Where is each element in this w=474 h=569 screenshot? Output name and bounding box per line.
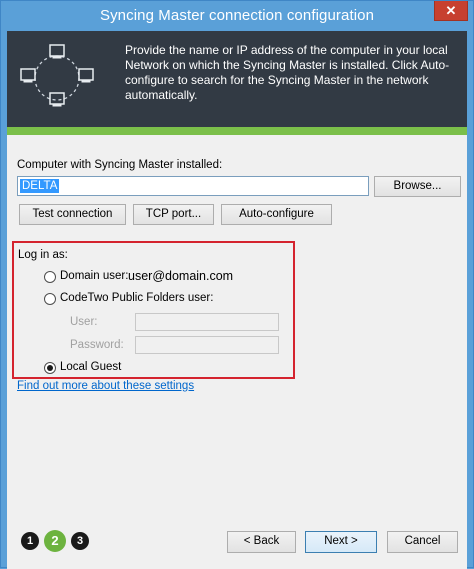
computer-name-value: DELTA [20, 179, 60, 193]
domain-user-value: user@domain.com [128, 269, 234, 283]
content-panel: Computer with Syncing Master installed: … [7, 135, 467, 525]
public-folders-user-radio[interactable] [44, 293, 56, 305]
login-group: Log in as: Domain user: user@domain.com … [12, 241, 295, 379]
user-label: User: [70, 316, 98, 328]
dialog-window: Syncing Master connection configuration … [0, 0, 474, 569]
auto-configure-button[interactable]: Auto-configure [221, 204, 332, 225]
public-folders-user-label[interactable]: CodeTwo Public Folders user: [60, 292, 213, 304]
step-1-indicator: 1 [21, 532, 39, 550]
local-guest-radio[interactable] [44, 362, 56, 374]
cancel-button[interactable]: Cancel [387, 531, 458, 553]
domain-user-radio[interactable] [44, 271, 56, 283]
window-title: Syncing Master connection configuration [99, 7, 375, 24]
step-3-indicator: 3 [71, 532, 89, 550]
title-bar[interactable]: Syncing Master connection configuration … [1, 1, 473, 31]
password-input[interactable] [135, 336, 279, 354]
password-label: Password: [70, 339, 124, 351]
accent-bar [7, 127, 467, 135]
close-button[interactable]: ✕ [434, 1, 468, 21]
settings-help-link[interactable]: Find out more about these settings [17, 380, 194, 392]
banner-description: Provide the name or IP address of the co… [125, 43, 450, 102]
network-computers-icon [20, 44, 94, 107]
local-guest-label[interactable]: Local Guest [60, 361, 121, 373]
wizard-footer: 1 2 3 < Back Next > Cancel [7, 525, 467, 569]
info-banner: Provide the name or IP address of the co… [7, 31, 467, 127]
tcp-port-button[interactable]: TCP port... [133, 204, 214, 225]
computer-name-input[interactable]: DELTA [17, 176, 369, 196]
next-button[interactable]: Next > [305, 531, 377, 553]
computer-label: Computer with Syncing Master installed: [17, 159, 223, 171]
back-button[interactable]: < Back [227, 531, 296, 553]
domain-user-label[interactable]: Domain user: [60, 270, 128, 282]
step-2-indicator: 2 [44, 530, 66, 552]
browse-button[interactable]: Browse... [374, 176, 461, 197]
login-heading: Log in as: [18, 249, 68, 261]
test-connection-button[interactable]: Test connection [19, 204, 126, 225]
user-input[interactable] [135, 313, 279, 331]
